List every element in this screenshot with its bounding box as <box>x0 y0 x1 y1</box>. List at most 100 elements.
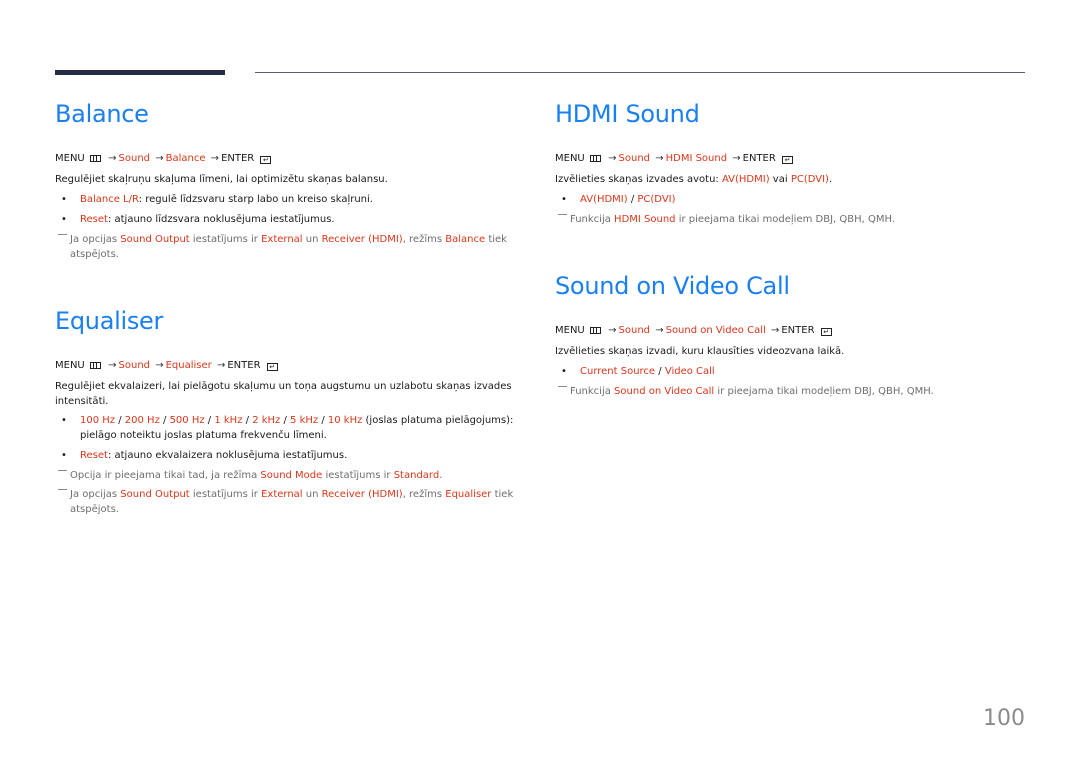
note: Ja opcijas Sound Output iestatījums ir E… <box>55 487 515 517</box>
bullet-term: Reset <box>80 450 108 461</box>
band-label: 100 Hz <box>80 415 116 426</box>
note-highlight: External <box>261 234 303 245</box>
menu-icon <box>589 155 601 162</box>
menu-icon <box>89 155 101 162</box>
hdmi-sound-description: Izvēlieties skaņas izvades avotu: AV(HDM… <box>555 172 1015 187</box>
section-title-hdmi-sound: HDMI Sound <box>555 100 700 128</box>
section-title-balance: Balance <box>55 100 149 128</box>
menu-label: MENU <box>55 360 85 371</box>
bullet-text: : atjauno līdzsvara noklusējuma iestatīj… <box>107 214 335 225</box>
description-text: vai <box>769 174 791 185</box>
note: Funkcija HDMI Sound ir pieejama tikai mo… <box>555 212 1015 227</box>
note-text: Ja opcijas <box>70 489 121 500</box>
menu-path-sound-on-video-call: MENU → Sound → Sound on Video Call → ENTER … <box>555 325 832 336</box>
menu-path-item: Balance <box>165 153 206 164</box>
note-text: . <box>439 470 443 481</box>
sound-on-video-call-description: Izvēlieties skaņas izvadi, kuru klausīti… <box>555 346 845 357</box>
description-text: . <box>828 174 833 185</box>
menu-path-item: HDMI Sound <box>665 153 728 164</box>
note-text: Ja opcijas <box>70 234 121 245</box>
arrow-icon: → <box>608 325 617 336</box>
note-text: un <box>302 489 322 500</box>
note-text: ir pieejama tikai modeļiem DBJ, QBH, QMH… <box>675 214 896 225</box>
separator: / <box>204 415 215 426</box>
option-label: PC(DVI) <box>637 194 676 205</box>
menu-label: MENU <box>555 325 585 336</box>
band-label: 10 kHz <box>327 415 363 426</box>
menu-path-equaliser: MENU → Sound → Equaliser → ENTER ↵ <box>55 360 278 371</box>
note-highlight: Sound on Video Call <box>614 386 715 397</box>
separator: / <box>318 415 328 426</box>
option-label: Current Source <box>580 366 656 377</box>
note-highlight: Sound Output <box>120 234 190 245</box>
band-label: 2 kHz <box>252 415 281 426</box>
note-highlight: External <box>261 489 303 500</box>
note: Funkcija Sound on Video Call ir pieejama… <box>555 384 1015 399</box>
note-highlight: Standard <box>393 470 440 481</box>
separator: / <box>627 194 638 205</box>
menu-label: MENU <box>555 153 585 164</box>
arrow-icon: → <box>732 153 741 164</box>
arrow-icon: → <box>655 325 664 336</box>
arrow-icon: → <box>155 153 164 164</box>
note-text: , režīms <box>402 234 446 245</box>
bullet-term: Reset <box>80 214 108 225</box>
note: Ja opcijas Sound Output iestatījums ir E… <box>55 232 515 262</box>
note-highlight: Equaliser <box>445 489 492 500</box>
separator: / <box>115 415 125 426</box>
arrow-icon: → <box>216 360 226 371</box>
menu-path-sound: Sound <box>118 153 151 164</box>
band-label: 500 Hz <box>169 415 205 426</box>
note-highlight: Sound Output <box>120 489 190 500</box>
list-item: 100 Hz / 200 Hz / 500 Hz / 1 kHz / 2 kHz… <box>55 413 515 443</box>
menu-path-item: Equaliser <box>165 360 212 371</box>
menu-path-sound: Sound <box>618 153 651 164</box>
band-label: 5 kHz <box>290 415 319 426</box>
bullet-text: : atjauno ekvalaizera noklusējuma iestat… <box>107 450 348 461</box>
note-highlight: Sound Mode <box>260 470 323 481</box>
bullet-term: Balance L/R <box>80 194 139 205</box>
menu-icon <box>589 327 601 334</box>
arrow-icon: → <box>770 325 780 336</box>
bullet-text: : regulē līdzsvaru starp labo un kreiso … <box>138 194 373 205</box>
option-label: Video Call <box>664 366 715 377</box>
separator: / <box>280 415 291 426</box>
list-item: Balance L/R: regulē līdzsvaru starp labo… <box>55 192 515 207</box>
note: Opcija ir pieejama tikai tad, ja režīma … <box>55 468 515 483</box>
option-label: AV(HDMI) <box>580 194 628 205</box>
enter-icon: ↵ <box>266 363 278 371</box>
section-title-sound-on-video-call: Sound on Video Call <box>555 272 790 300</box>
arrow-icon: → <box>655 153 664 164</box>
menu-path-balance: MENU → Sound → Balance → ENTER ↵ <box>55 153 272 164</box>
enter-icon: ↵ <box>820 328 832 336</box>
menu-icon <box>89 362 101 369</box>
list-item: Current Source / Video Call <box>555 364 1015 379</box>
menu-path-sound: Sound <box>618 325 651 336</box>
separator: / <box>242 415 253 426</box>
separator: / <box>655 366 665 377</box>
note-text: , režīms <box>402 489 446 500</box>
description-text: Izvēlieties skaņas izvades avotu: <box>555 174 722 185</box>
enter-label: ENTER <box>781 325 815 336</box>
enter-icon: ↵ <box>260 156 272 164</box>
description-highlight: AV(HDMI) <box>721 174 770 185</box>
equaliser-description: Regulējiet ekvalaizeri, lai pielāgotu sk… <box>55 381 512 407</box>
list-item: Reset: atjauno ekvalaizera noklusējuma i… <box>55 448 515 463</box>
note-text: ir pieejama tikai modeļiem DBJ, QBH, QMH… <box>714 386 934 397</box>
menu-path-hdmi-sound: MENU → Sound → HDMI Sound → ENTER ↵ <box>555 153 794 164</box>
enter-label: ENTER <box>227 360 261 371</box>
enter-icon: ↵ <box>782 156 794 164</box>
section-title-equaliser: Equaliser <box>55 307 164 335</box>
header-accent-bar <box>55 70 225 75</box>
page-number: 100 <box>983 706 1025 731</box>
arrow-icon: → <box>108 360 117 371</box>
note-text: Funkcija <box>570 386 615 397</box>
arrow-icon: → <box>108 153 117 164</box>
enter-label: ENTER <box>221 153 255 164</box>
menu-label: MENU <box>55 153 85 164</box>
arrow-icon: → <box>155 360 164 371</box>
note-text: un <box>302 234 322 245</box>
header-rule <box>255 72 1025 73</box>
note-text: Funkcija <box>570 214 615 225</box>
note-text: iestatījums ir <box>189 489 262 500</box>
